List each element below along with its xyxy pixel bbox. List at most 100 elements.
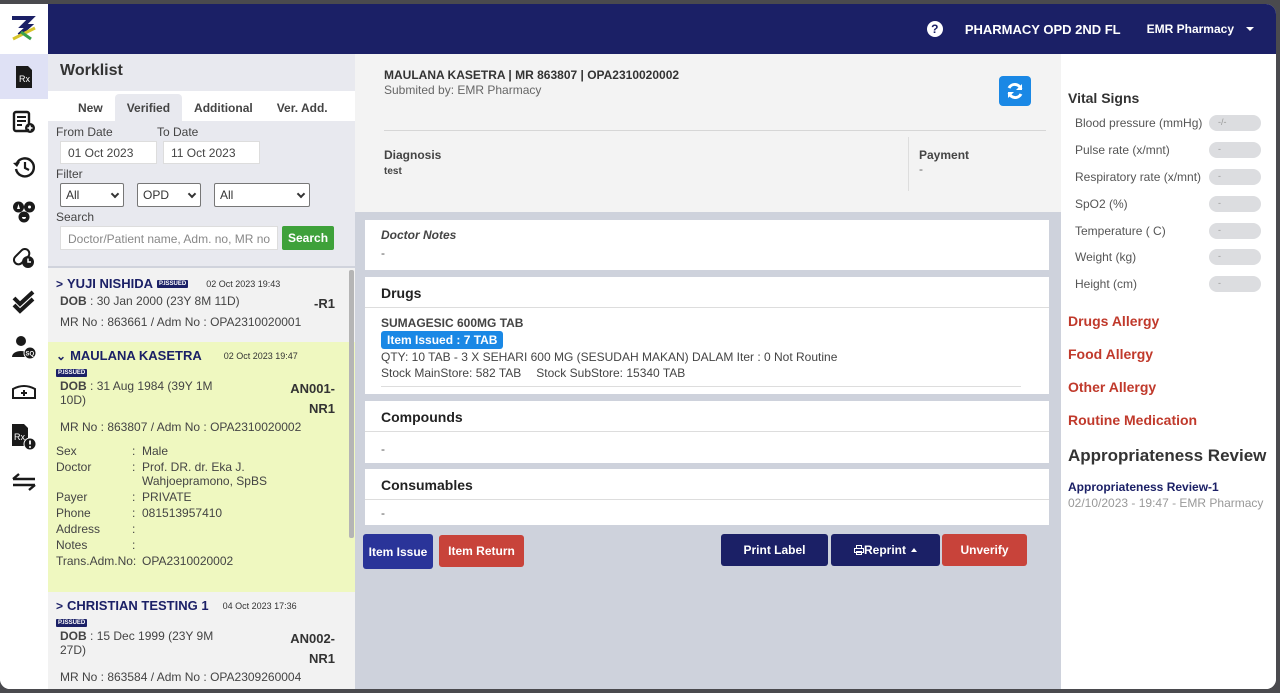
vital-value: -/- [1209, 115, 1261, 132]
compounds-value: - [381, 442, 385, 456]
submitted-by: Submited by: EMR Pharmacy [384, 83, 542, 97]
print-label-button[interactable]: Print Label [721, 534, 828, 566]
patient-mr-adm: MR No : 863584 / Adm No : OPA2309260004 [60, 670, 302, 684]
patient-details: Sex: Male Doctor: Prof. DR. dr. Eka J. Wah… [56, 444, 335, 568]
drugs-allergy-link[interactable]: Drugs Allergy [1068, 313, 1276, 329]
vital-row: Respiratory rate (x/mnt) - [1068, 164, 1276, 191]
search-input[interactable]: Doctor/Patient name, Adm. no, MR no [60, 226, 278, 250]
tab-verified[interactable]: Verified [114, 94, 183, 121]
worklist-title: Worklist [48, 54, 355, 91]
patient-mr-adm: MR No : 863807 / Adm No : OPA2310020002 [60, 420, 302, 434]
worklist-scrollbar[interactable] [349, 270, 354, 538]
consumables-card: Consumables - [365, 469, 1049, 525]
phone-label: Phone [56, 506, 91, 520]
compounds-title: Compounds [365, 401, 1049, 432]
vital-value: - [1209, 276, 1261, 293]
vital-label: Respiratory rate (x/mnt) [1075, 169, 1202, 184]
worklist-filters: From Date To Date 01 Oct 2023 11 Oct 202… [48, 121, 355, 268]
filter-select-type[interactable]: OPD [137, 183, 201, 207]
patient-name: CHRISTIAN TESTING 1 [67, 598, 209, 613]
app-window: Rx SQ Rx ? PHARMACY OPD 2ND FL EMR Pharm… [0, 4, 1276, 689]
drugs-card: Drugs SUMAGESIC 600MG TAB Item Issued : … [365, 277, 1049, 394]
compounds-card: Compounds - [365, 401, 1049, 463]
item-issued-badge: Item Issued : 7 TAB [381, 331, 504, 349]
item-return-button[interactable]: Item Return [439, 535, 524, 567]
vital-label: SpO2 (%) [1075, 196, 1128, 211]
patient-mr-adm: MR No : 863661 / Adm No : OPA2310020001 [60, 315, 302, 329]
list-item-selected[interactable]: ⌄ MAULANA KASETRA 02 Oct 2023 19:47 P.IS… [48, 342, 355, 592]
drug-stock: Stock MainStore: 582 TAB Stock SubStore: … [381, 366, 1021, 380]
rail-lab-radiology[interactable] [0, 189, 48, 234]
from-date-input[interactable]: 01 Oct 2023 [60, 141, 157, 164]
chevron-right-icon: > [56, 598, 64, 613]
chevron-down-icon [296, 189, 306, 198]
routine-medication-link[interactable]: Routine Medication [1068, 412, 1276, 428]
filter-select-status[interactable]: All [60, 183, 124, 207]
worklist-panel: Worklist New Verified Additional Ver. Ad… [48, 54, 355, 689]
tab-new[interactable]: New [66, 94, 115, 121]
vital-row: SpO2 (%) - [1068, 190, 1276, 217]
rail-verified[interactable] [0, 279, 48, 324]
vital-row: Height (cm) - [1068, 271, 1276, 298]
stock-main: Stock MainStore: 582 TAB [381, 366, 522, 380]
vital-value: - [1209, 195, 1261, 212]
chevron-down-icon: ⌄ [56, 348, 67, 363]
patient-dob: DOB : 30 Jan 2000 (23Y 8M 11D) [60, 294, 240, 308]
rail-ambulance[interactable] [0, 369, 48, 414]
rail-prescription-alert[interactable]: Rx [0, 414, 48, 459]
stock-sub: Stock SubStore: 15340 TAB [536, 366, 686, 380]
reprint-button[interactable]: Reprint [831, 534, 940, 566]
app-logo[interactable] [0, 4, 48, 54]
rail-medication-schedule[interactable] [0, 234, 48, 279]
vital-row: Blood pressure (mmHg) -/- [1068, 110, 1276, 137]
top-bar: ? PHARMACY OPD 2ND FL EMR Pharmacy [48, 4, 1276, 54]
diagnosis-block: Diagnosis test [384, 148, 441, 177]
appropriateness-review-link[interactable]: Appropriateness Review-1 [1068, 480, 1276, 494]
address-value [142, 522, 335, 536]
user-name: EMR Pharmacy [1146, 22, 1234, 36]
ambulance-icon [12, 384, 36, 399]
tab-ver-add[interactable]: Ver. Add. [265, 94, 340, 121]
address-label: Address [56, 522, 101, 536]
patient-name: MAULANA KASETRA [70, 348, 202, 363]
filter-select-other[interactable]: All [214, 183, 310, 207]
doctor-label: Doctor [56, 460, 92, 474]
appropriateness-review-meta: 02/10/2023 - 19:47 - EMR Pharmacy [1068, 495, 1264, 510]
vital-row: Pulse rate (x/mnt) - [1068, 137, 1276, 164]
food-allergy-link[interactable]: Food Allergy [1068, 346, 1276, 362]
add-document-icon [12, 110, 35, 133]
chevron-right-icon: > [56, 276, 64, 291]
help-icon[interactable]: ? [926, 21, 943, 37]
vital-label: Weight (kg) [1075, 250, 1137, 265]
rail-prescription[interactable]: Rx [0, 54, 48, 99]
doctor-value: Prof. DR. dr. Eka J. Wahjoepramono, SpBS [142, 460, 267, 488]
user-menu[interactable]: EMR Pharmacy [1147, 22, 1254, 36]
other-allergy-link[interactable]: Other Allergy [1068, 379, 1276, 395]
status-badge: P.ISSUED [156, 279, 189, 288]
list-item[interactable]: > CHRISTIAN TESTING 1 04 Oct 2023 17:36 … [48, 592, 355, 689]
search-button[interactable]: Search [282, 226, 335, 250]
vital-signs-title: Vital Signs [1068, 90, 1140, 106]
drug-item: SUMAGESIC 600MG TAB Item Issued : 7 TAB … [365, 308, 1049, 387]
item-issue-button[interactable]: Item Issue [363, 534, 433, 569]
list-item[interactable]: > YUJI NISHIDA P.ISSUED 02 Oct 2023 19:4… [48, 270, 355, 342]
refresh-button[interactable] [999, 76, 1031, 106]
to-date-input[interactable]: 11 Oct 2023 [163, 141, 260, 164]
payer-value: PRIVATE [142, 490, 192, 504]
rail-transfer[interactable] [0, 459, 48, 504]
search-label: Search [56, 210, 95, 224]
diagnosis-value: test [384, 166, 402, 177]
entry-time: 02 Oct 2023 19:47 [223, 350, 298, 361]
rail-add-order[interactable] [0, 99, 48, 144]
status-badge: P.ISSUED [56, 619, 88, 627]
entry-time: 04 Oct 2023 17:36 [222, 600, 297, 611]
queue-number: -R1 [314, 296, 335, 311]
rail-history[interactable] [0, 144, 48, 189]
rail-user-sq[interactable]: SQ [0, 324, 48, 369]
caret-up-icon [911, 548, 917, 552]
tab-additional[interactable]: Additional [182, 94, 265, 121]
filter-type-value: OPD [143, 188, 170, 202]
vital-label: Height (cm) [1075, 277, 1138, 292]
unverify-button[interactable]: Unverify [942, 534, 1027, 566]
svg-text:Rx: Rx [14, 432, 25, 442]
